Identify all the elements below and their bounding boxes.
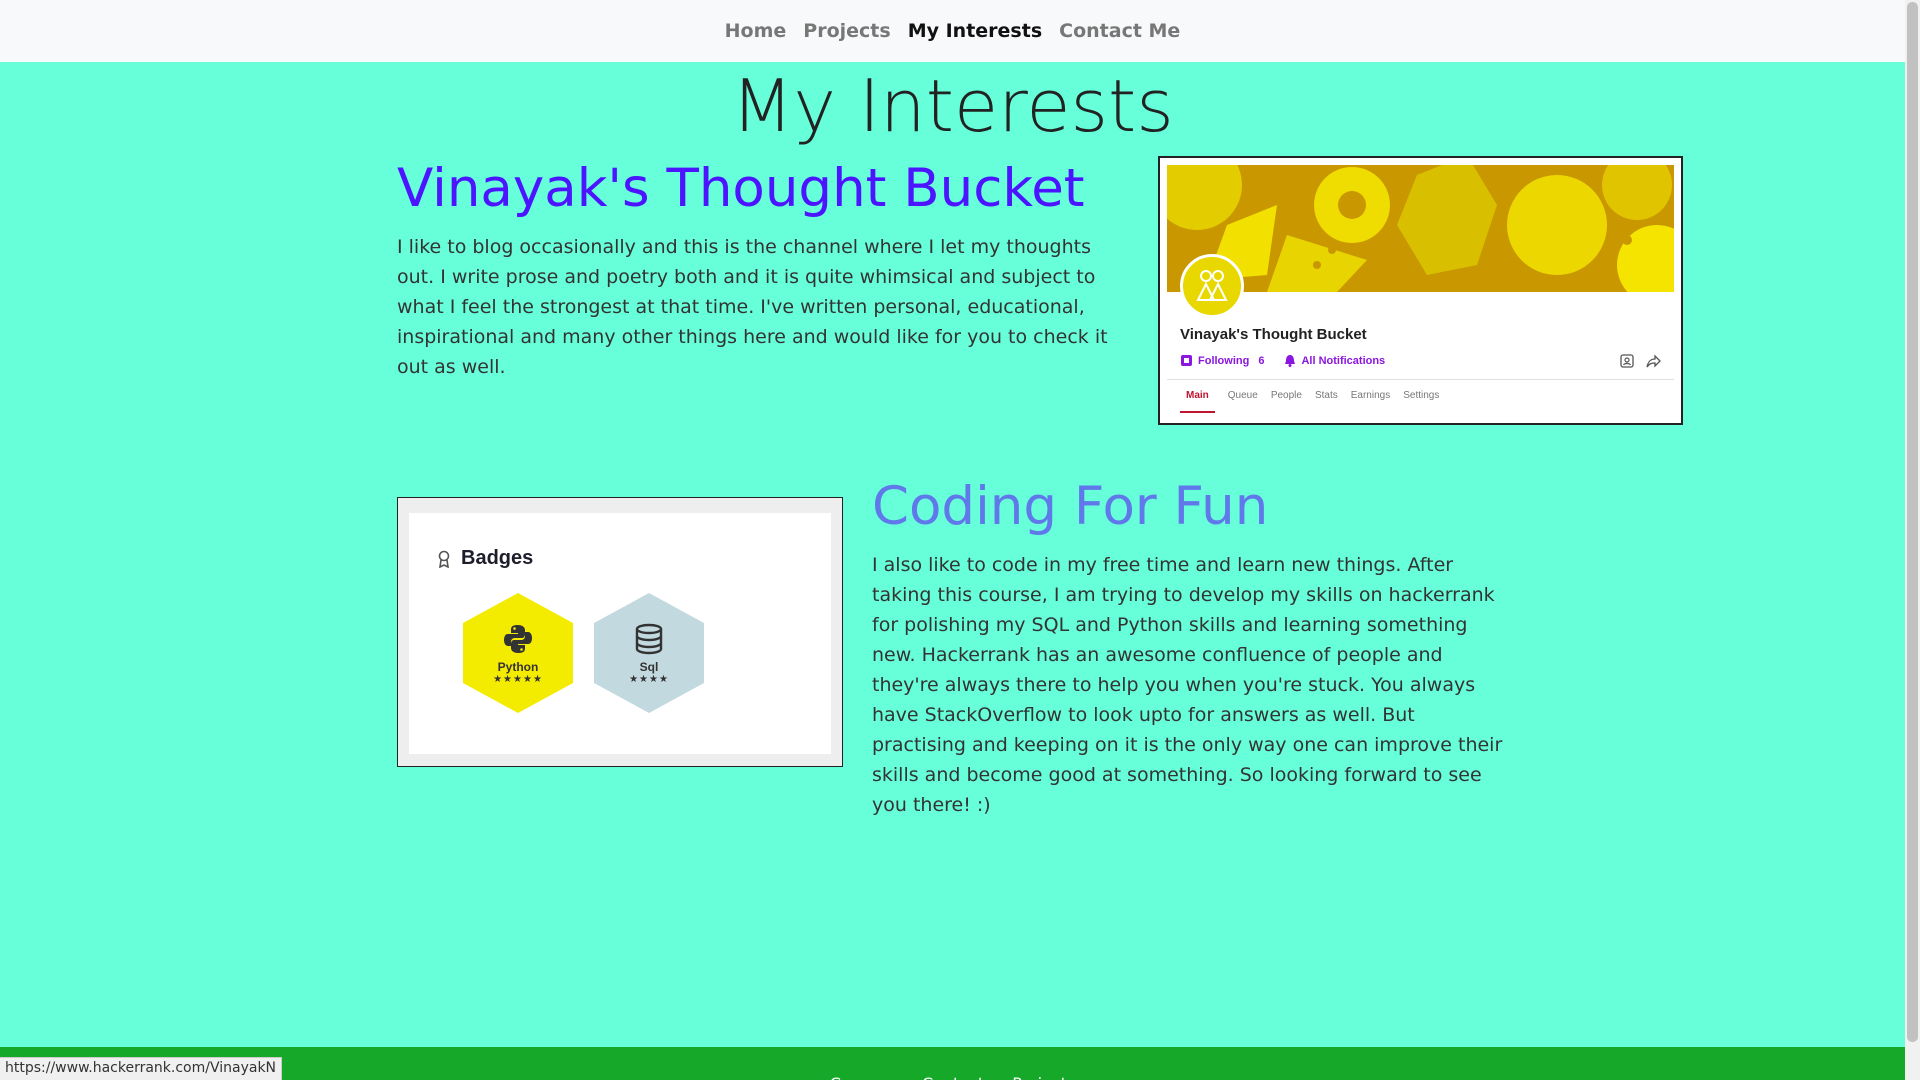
top-navbar: Home Projects My Interests Contact Me [0,0,1905,62]
sql-badge: Sql ★★★★ [594,593,704,713]
nav-contact-link[interactable]: Contact Me [1059,20,1180,42]
share-icon [1646,354,1661,368]
python-badge-label: Python [497,659,539,674]
footer-courses-link[interactable]: Courses [830,1074,894,1080]
page-title: My Interests [731,64,1174,148]
page-scrollbar[interactable] [1905,0,1920,1080]
scrollbar-thumb[interactable] [1907,2,1918,1042]
blog-section-title: Vinayak's Thought Bucket [397,158,1085,219]
database-icon [635,623,663,654]
coding-section-text: I also like to code in my free time and … [872,554,1503,816]
bell-icon [1285,355,1296,367]
blog-card-name: Vinayak's Thought Bucket [1180,326,1367,343]
tab-stats: Stats [1314,390,1338,401]
nav-my-interests-link[interactable]: My Interests [908,20,1042,42]
blog-screenshot-link[interactable]: Vinayak's Thought Bucket Following 6 All… [1158,156,1683,425]
blog-card-divider [1167,379,1674,380]
tab-main: Main [1180,390,1215,413]
blog-card-right-icons [1620,354,1661,368]
nav-home-link[interactable]: Home [725,20,787,42]
blog-section-text: I like to blog occasionally and this is … [397,236,1108,378]
python-badge-stars: ★★★★★ [493,673,543,685]
tab-settings: Settings [1403,390,1440,401]
coding-section-title: Coding For Fun [872,476,1269,537]
tab-earnings: Earnings [1350,390,1391,401]
python-badge: Python ★★★★★ [463,593,573,713]
sql-badge-stars: ★★★★ [629,673,669,685]
notifications-button[interactable]: All Notifications [1284,354,1385,367]
following-icon [1181,355,1192,366]
badges-heading: Badges [437,547,533,570]
tab-queue: Queue [1227,390,1258,401]
sql-badge-label: Sql [639,659,659,674]
footer-projects-link[interactable]: Projects [1012,1074,1075,1080]
blog-card-tabs: Main Queue People Stats Earnings Setting… [1180,390,1439,413]
nav-projects-link[interactable]: Projects [803,20,890,42]
hackerrank-badges-link[interactable]: Badges Python ★★★★★ Sql ★★★★ [397,497,843,767]
blog-card-actions: Following 6 All Notifications [1180,354,1385,367]
following-button[interactable]: Following 6 [1180,354,1264,367]
blog-avatar [1180,254,1244,318]
blog-banner-image [1167,165,1674,292]
tab-people: People [1270,390,1302,401]
profile-card-icon [1620,354,1634,368]
footer-contact-link[interactable]: Contact [922,1074,984,1080]
python-icon [504,624,532,653]
footer: Courses Contact Projects [0,1047,1905,1080]
badges-card: Badges Python ★★★★★ Sql ★★★★ [409,513,831,754]
status-bar-url: https://www.hackerrank.com/VinayakN [0,1057,283,1080]
award-icon [438,550,450,568]
couple-icon [1196,270,1228,301]
